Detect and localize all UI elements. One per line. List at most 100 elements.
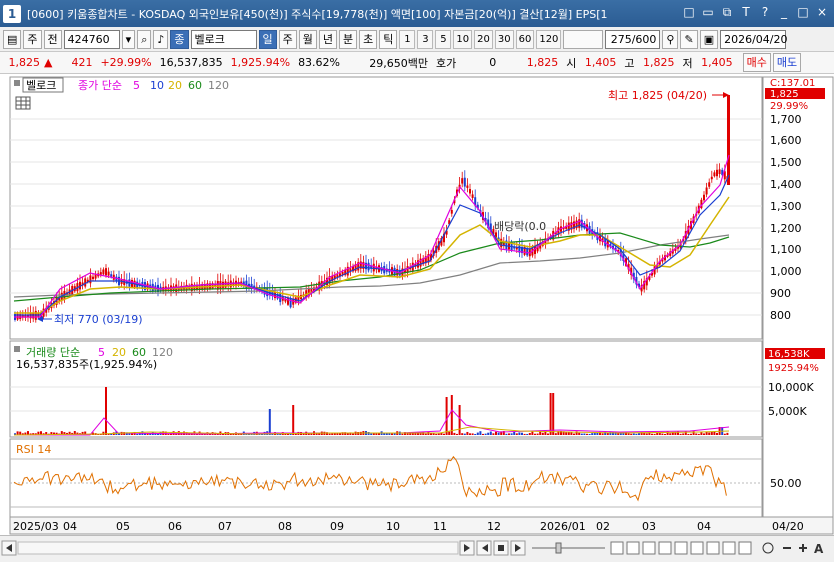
high-label: 최고 1,825 (04/20) xyxy=(608,89,707,102)
period-month[interactable]: 월 xyxy=(298,29,317,49)
volume-bar xyxy=(583,433,586,435)
buy-button[interactable]: 매수 xyxy=(742,53,771,72)
volume-bar xyxy=(492,433,495,435)
interval-5[interactable]: 5 xyxy=(435,29,452,49)
quote-bar: 1,825 ▲ 421 +29.99% 16,537,835 1,925.94%… xyxy=(0,52,834,74)
candle-body xyxy=(99,272,102,275)
interval-20[interactable]: 20 xyxy=(474,29,493,49)
erase-icon[interactable] xyxy=(722,541,736,555)
candle-body xyxy=(716,169,718,177)
close-icon[interactable]: × xyxy=(814,4,830,21)
low-value: 1,405 xyxy=(701,56,733,69)
settings-icon[interactable] xyxy=(738,541,752,555)
prev-button[interactable]: 전 xyxy=(43,29,62,49)
stock-code-input[interactable]: 424760 xyxy=(63,29,120,49)
volume-bar xyxy=(450,395,453,435)
volume-bar xyxy=(443,433,445,435)
help-icon[interactable]: ? xyxy=(757,4,773,21)
split-icon[interactable] xyxy=(626,541,640,555)
interval-1[interactable]: 1 xyxy=(399,29,416,49)
restore-layout-icon[interactable]: ▭ xyxy=(700,4,716,21)
stock-name-field[interactable]: 벨로크 xyxy=(190,29,257,49)
period-second[interactable]: 초 xyxy=(359,29,378,49)
copy-window-icon[interactable]: ⧉ xyxy=(719,4,735,21)
save-icon[interactable]: ▣ xyxy=(699,29,719,49)
volume-bar xyxy=(479,431,482,435)
low-label: 저 xyxy=(682,56,693,70)
volume-bar xyxy=(268,409,271,435)
interval-10[interactable]: 10 xyxy=(453,29,473,49)
volume-handle-icon[interactable] xyxy=(14,346,20,352)
volume-bar xyxy=(534,433,536,435)
scroll-track[interactable] xyxy=(17,541,459,555)
candle-body xyxy=(92,276,94,280)
period-day[interactable]: 일 xyxy=(258,29,277,49)
font-icon[interactable]: T xyxy=(738,4,754,21)
period-minute[interactable]: 분 xyxy=(339,29,358,49)
volume-bar xyxy=(466,431,469,435)
volume-bar xyxy=(352,433,354,435)
draw-tools-icon[interactable]: ✎ xyxy=(680,29,698,49)
event-annotation: 배당락(0.0 xyxy=(494,220,546,233)
y-tick-1400: 1,400 xyxy=(770,178,802,191)
period-tick[interactable]: 틱 xyxy=(379,29,398,49)
volume-bar xyxy=(586,433,588,435)
indicator-icon[interactable]: ⚲ xyxy=(662,29,679,49)
market-select[interactable]: 주 xyxy=(23,29,42,49)
bar-chart-icon[interactable] xyxy=(658,541,672,555)
volume-bar xyxy=(463,433,466,435)
interval-120[interactable]: 120 xyxy=(536,29,562,49)
volume-bar xyxy=(484,433,487,435)
chart-list-button[interactable]: ▤ xyxy=(3,29,22,49)
x-label-05: 05 xyxy=(116,520,130,533)
volume-bar xyxy=(645,433,648,435)
table-icon[interactable] xyxy=(15,96,31,110)
chart-area[interactable]: 벨로크 종가 단순 5 10 20 60 120 최고 1,825 (04/20… xyxy=(0,75,834,535)
code-dropdown-icon[interactable]: ▾ xyxy=(121,29,136,49)
x-label-2025-03: 2025/03 xyxy=(13,520,59,533)
volume-bar xyxy=(684,431,687,435)
volume-bar xyxy=(370,433,373,435)
maximize-icon[interactable]: □ xyxy=(795,4,811,21)
chart-svg[interactable]: 벨로크 종가 단순 5 10 20 60 120 최고 1,825 (04/20… xyxy=(0,75,834,535)
sound-icon[interactable]: ♪ xyxy=(153,29,169,49)
volume-bar xyxy=(515,433,518,435)
last-candle xyxy=(727,95,730,185)
bid-value: 0 xyxy=(489,56,497,69)
sell-button[interactable]: 매도 xyxy=(772,53,802,72)
screen-icon[interactable]: □ xyxy=(681,4,697,21)
panel-handle-icon[interactable] xyxy=(14,80,20,86)
date-field[interactable]: 2026/04/20 xyxy=(720,29,788,49)
auto-scale-icon[interactable]: A xyxy=(814,542,824,556)
data-count-field[interactable]: 275/600 xyxy=(605,29,661,49)
volume-bar xyxy=(328,433,331,435)
period-year[interactable]: 년 xyxy=(318,29,338,49)
period-week[interactable]: 주 xyxy=(278,29,297,49)
stop-icon xyxy=(498,545,504,551)
stock-tag: 벨로크 xyxy=(26,79,56,92)
interval-custom-input[interactable] xyxy=(563,29,604,49)
candle-icon[interactable] xyxy=(674,541,688,555)
search-icon[interactable]: ⌕ xyxy=(137,29,152,49)
volume-bar xyxy=(536,433,539,435)
volume-bar xyxy=(679,433,682,435)
volume-bar xyxy=(635,433,638,435)
x-label-right: 04/20 xyxy=(772,520,804,533)
ma-period-60: 60 xyxy=(188,79,202,92)
volume-bar xyxy=(183,431,185,435)
high-value: 1,825 xyxy=(643,56,675,69)
volume-bar xyxy=(357,432,360,435)
line-icon[interactable] xyxy=(690,541,704,555)
minimize-icon[interactable]: _ xyxy=(776,4,792,21)
interval-60[interactable]: 60 xyxy=(515,29,535,49)
layout-icon[interactable] xyxy=(610,541,624,555)
draw-icon[interactable] xyxy=(706,541,720,555)
volume-bar xyxy=(136,433,139,435)
speed-slider-thumb[interactable] xyxy=(555,542,562,554)
candle-body xyxy=(469,189,471,194)
interval-30[interactable]: 30 xyxy=(494,29,514,49)
grid-icon[interactable] xyxy=(642,541,656,555)
volume-bar xyxy=(703,433,705,435)
interval-3[interactable]: 3 xyxy=(417,29,434,49)
zoom-icon[interactable] xyxy=(762,542,774,554)
